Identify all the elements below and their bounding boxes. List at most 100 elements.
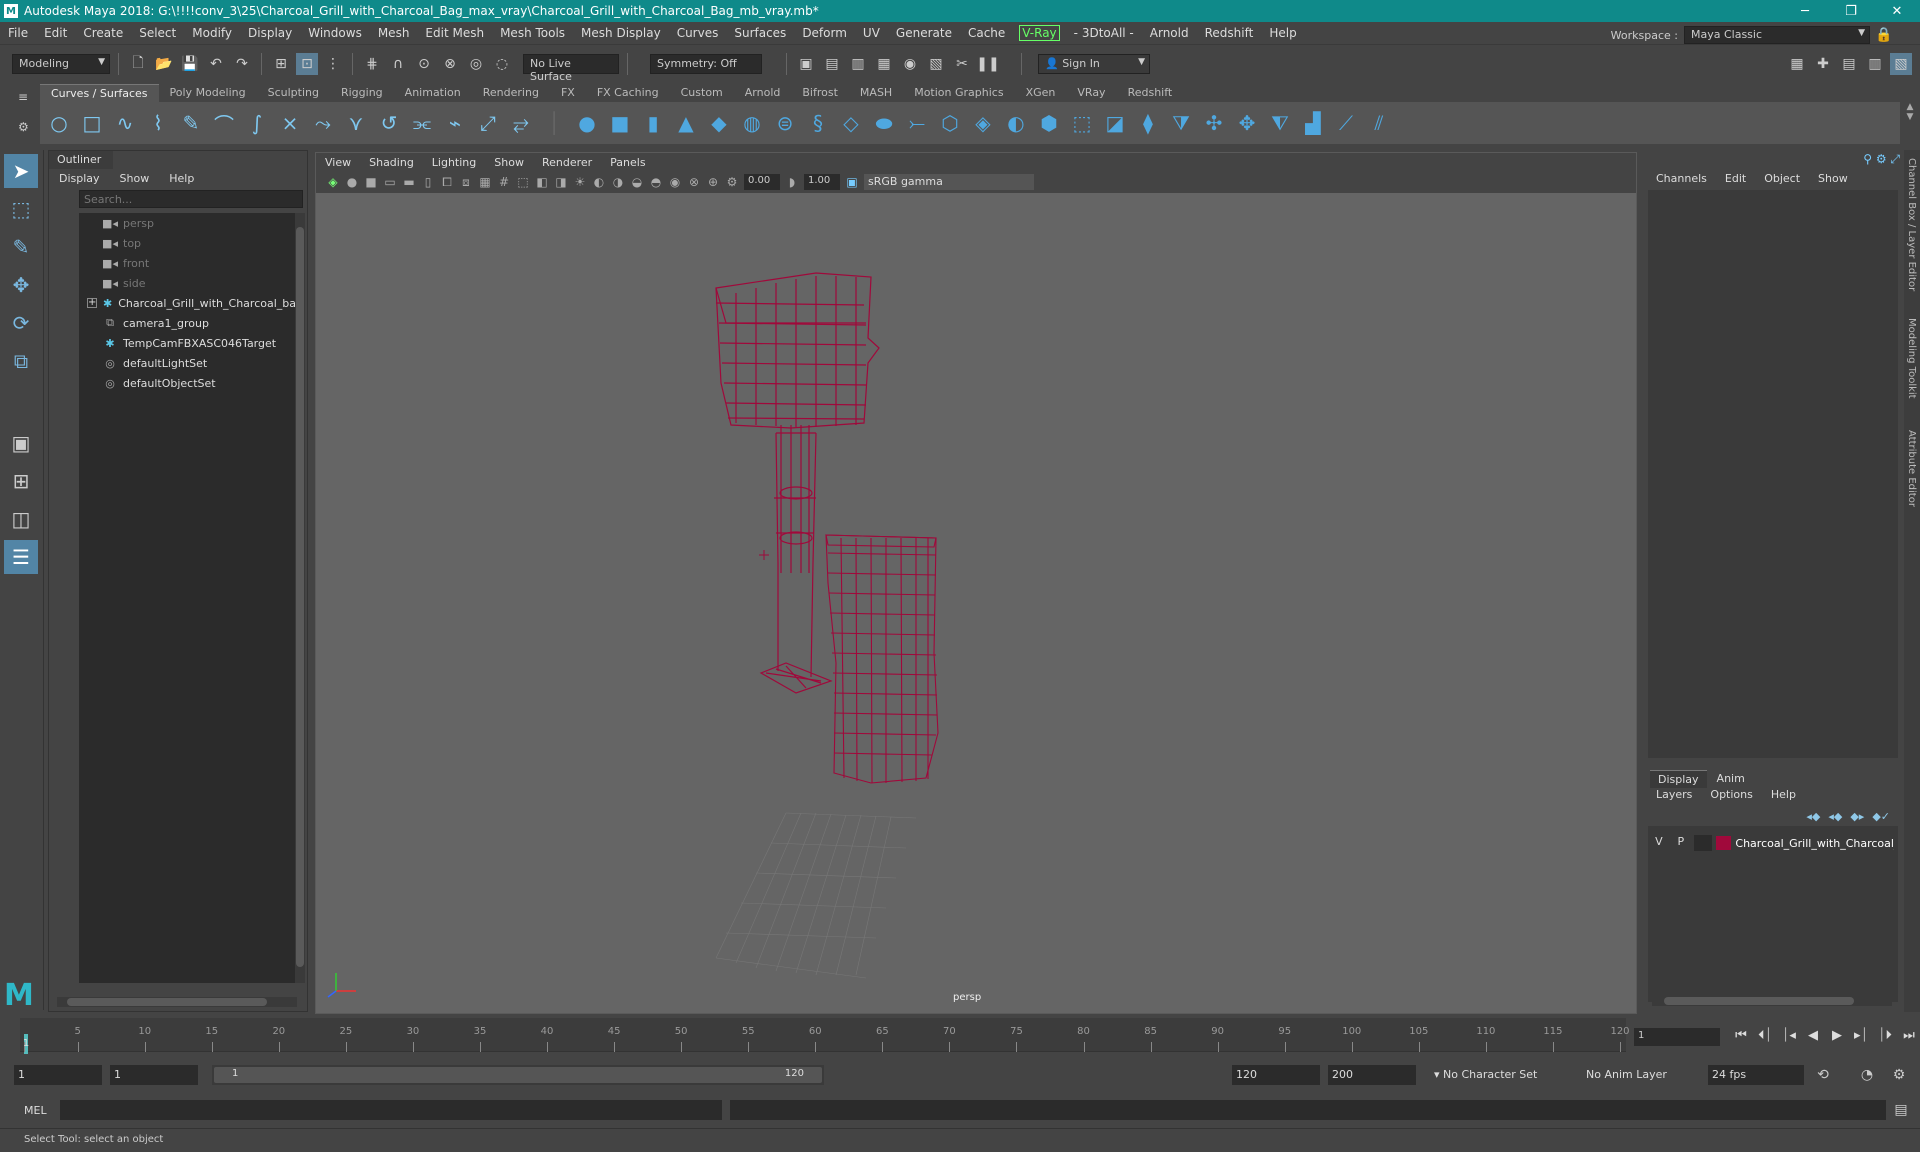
snap-curve-icon[interactable]: ∩: [387, 53, 409, 75]
menu-display[interactable]: Display: [240, 26, 300, 40]
ep-curve-icon[interactable]: ⌇: [143, 108, 173, 138]
safe-action-icon[interactable]: ▦: [476, 175, 494, 189]
play-backward-icon[interactable]: ◀: [1802, 1026, 1824, 1046]
outliner-menu-display[interactable]: Display: [59, 172, 100, 185]
shadows-icon[interactable]: ◐: [590, 175, 608, 189]
motion-blur-icon[interactable]: ◒: [628, 175, 646, 189]
exposure-field[interactable]: 0.00: [744, 174, 780, 190]
reverse-curve-icon[interactable]: ⤢: [473, 108, 503, 138]
anim-layer-dropdown[interactable]: No Anim Layer: [1582, 1065, 1682, 1085]
minimize-button[interactable]: ─: [1782, 0, 1828, 22]
rotate-tool-icon[interactable]: ⟳: [4, 306, 38, 340]
camera-attr-icon[interactable]: ●: [343, 175, 361, 189]
revolve-icon[interactable]: ⊜: [770, 108, 800, 138]
detach-surface-icon[interactable]: ⧩: [1166, 108, 1196, 138]
viewport-menu-renderer[interactable]: Renderer: [533, 156, 601, 169]
select-tool-icon[interactable]: ➤: [4, 154, 38, 188]
nurbs-sphere-icon[interactable]: ●: [572, 108, 602, 138]
move-layer-down-icon[interactable]: ◂◆: [1828, 810, 1842, 823]
undo-icon[interactable]: ↶: [205, 53, 227, 75]
modeling-toolkit-icon[interactable]: ▦: [1786, 53, 1808, 75]
new-scene-icon[interactable]: 🗋: [127, 53, 149, 75]
menu-edit-mesh[interactable]: Edit Mesh: [417, 26, 492, 40]
nurbs-cylinder-icon[interactable]: ▮: [638, 108, 668, 138]
image-plane-icon[interactable]: ▭: [381, 175, 399, 189]
birail-icon[interactable]: ⤚: [902, 108, 932, 138]
single-view-icon[interactable]: ▣: [4, 426, 38, 460]
live-surface-dropdown[interactable]: No Live Surface: [523, 53, 619, 83]
wireframe-icon[interactable]: ⬚: [514, 175, 532, 189]
anim-prefs-icon[interactable]: ⚙: [1888, 1064, 1910, 1086]
shelf-tab-arnold[interactable]: Arnold: [734, 84, 792, 102]
xray-icon[interactable]: ⊗: [685, 175, 703, 189]
vray-render-icon[interactable]: ▧: [925, 53, 947, 75]
snap-grid-icon[interactable]: ⋕: [361, 53, 383, 75]
menu-arnold[interactable]: Arnold: [1142, 26, 1197, 40]
xray-joints-icon[interactable]: ⊕: [704, 175, 722, 189]
four-view-icon[interactable]: ⊞: [4, 464, 38, 498]
grid-icon[interactable]: #: [495, 175, 513, 189]
viewport-menu-shading[interactable]: Shading: [360, 156, 423, 169]
show-menu[interactable]: Show: [1818, 172, 1848, 185]
square-surface-icon[interactable]: ◈: [968, 108, 998, 138]
menu-3dtoall[interactable]: - 3DtoAll -: [1066, 26, 1142, 40]
range-handle[interactable]: [214, 1067, 822, 1083]
step-back-key-icon[interactable]: ⏴⏐: [1754, 1026, 1776, 1046]
viewport-menu-panels[interactable]: Panels: [601, 156, 654, 169]
snap-live-icon[interactable]: ◌: [491, 53, 513, 75]
channel-box-icon[interactable]: ▧: [1890, 53, 1912, 75]
color-management-icon[interactable]: ▣: [843, 175, 861, 189]
smooth-shade-icon[interactable]: ◧: [533, 175, 551, 189]
layer-color-swatch[interactable]: [1715, 836, 1732, 850]
shelf-tab-vray[interactable]: VRay: [1066, 84, 1116, 102]
select-component-icon[interactable]: ⋮: [322, 53, 344, 75]
resolution-gate-icon[interactable]: ▯: [419, 175, 437, 189]
menu-create[interactable]: Create: [75, 26, 131, 40]
save-scene-icon[interactable]: 💾: [179, 53, 201, 75]
planar-icon[interactable]: ◇: [836, 108, 866, 138]
scrollbar-thumb[interactable]: [67, 998, 267, 1006]
nurbs-torus-icon[interactable]: ◍: [737, 108, 767, 138]
rebuild-curve-icon[interactable]: ⌁: [440, 108, 470, 138]
shelf-tab-motion-graphics[interactable]: Motion Graphics: [903, 84, 1014, 102]
channel-box-header-icons[interactable]: ⚲ ⚙ ⤢: [1863, 152, 1900, 167]
character-set-dropdown[interactable]: ▾ No Character Set: [1430, 1065, 1574, 1085]
menu-edit[interactable]: Edit: [36, 26, 75, 40]
outliner-search-input[interactable]: Search...: [79, 190, 303, 208]
loop-icon[interactable]: ⟲: [1812, 1064, 1834, 1086]
shelf-scroll[interactable]: ▲ ▼: [1900, 102, 1920, 144]
loft-icon[interactable]: §: [803, 108, 833, 138]
paint-effects-icon[interactable]: ⟋: [1331, 108, 1361, 138]
viewport-menu-view[interactable]: View: [316, 156, 360, 169]
lights-icon[interactable]: ☀: [571, 175, 589, 189]
open-close-icon[interactable]: ✥: [1232, 108, 1262, 138]
pencil-curve-icon[interactable]: ✎: [176, 108, 206, 138]
tool-settings-icon[interactable]: ▥: [1864, 53, 1886, 75]
new-layer-selected-icon[interactable]: ◆✓: [1872, 810, 1890, 823]
select-camera-icon[interactable]: ◈: [324, 175, 342, 189]
expand-icon[interactable]: +: [87, 298, 97, 308]
shelf-tab-xgen[interactable]: XGen: [1015, 84, 1067, 102]
sculpt-geometry-icon[interactable]: ▟: [1298, 108, 1328, 138]
object-menu[interactable]: Object: [1764, 172, 1800, 185]
gamma-icon[interactable]: ◗: [783, 175, 801, 189]
list-item[interactable]: ■◂ side: [79, 273, 295, 293]
select-object-icon[interactable]: ⊡: [296, 52, 318, 75]
mel-input[interactable]: [60, 1100, 722, 1120]
trim-icon[interactable]: ⬚: [1067, 108, 1097, 138]
channels-menu[interactable]: Channels: [1656, 172, 1707, 185]
ipr-icon[interactable]: ▥: [847, 53, 869, 75]
edit-menu[interactable]: Edit: [1725, 172, 1746, 185]
viewport-menu-show[interactable]: Show: [485, 156, 533, 169]
menu-deform[interactable]: Deform: [794, 26, 855, 40]
nurbs-circle-icon[interactable]: ○: [44, 108, 74, 138]
menu-mesh-display[interactable]: Mesh Display: [573, 26, 669, 40]
lock-icon[interactable]: 🔒: [1875, 24, 1892, 46]
menu-modify[interactable]: Modify: [184, 26, 240, 40]
menu-cache[interactable]: Cache: [960, 26, 1013, 40]
layer-visibility-toggle[interactable]: V: [1650, 835, 1668, 851]
shelf-tab-curves-surfaces[interactable]: Curves / Surfaces: [40, 84, 159, 102]
offset-curve-icon[interactable]: ⫘: [407, 108, 437, 138]
shelf-tab-custom[interactable]: Custom: [670, 84, 734, 102]
outliner-menu-help[interactable]: Help: [169, 172, 194, 185]
